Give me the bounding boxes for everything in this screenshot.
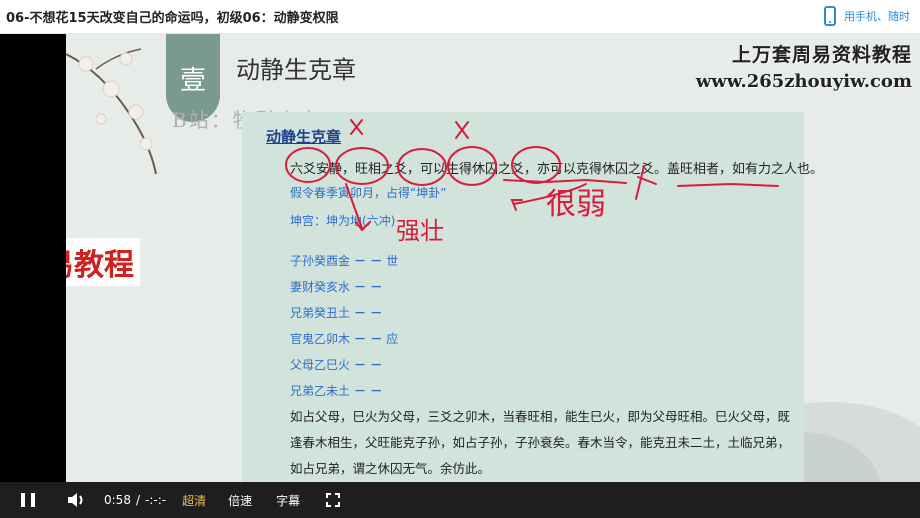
top-bar: 06-不想花15天改变自己的命运吗，初级06：动静变权限 用手机、随时 <box>0 0 920 34</box>
current-time: 0:58 <box>104 493 131 507</box>
volume-icon <box>68 493 83 507</box>
slide-title: 动静生克章 <box>236 56 356 84</box>
palace-line: 坤宫：坤为地(六冲) <box>290 214 396 228</box>
speed-button[interactable]: 倍速 <box>228 492 252 509</box>
yao-line: 妻财癸亥水－ － <box>290 280 383 294</box>
site-watermark: 上万套周易资料教程 www.265zhouyiw.com <box>696 40 912 92</box>
yao-line: 兄弟癸丑土－ － <box>290 306 383 320</box>
volume-button[interactable] <box>56 482 96 518</box>
quality-button[interactable]: 超清 <box>182 492 206 509</box>
pause-icon <box>21 493 35 507</box>
video-frame[interactable]: 壹 动静生克章 上万套周易资料教程 www.265zhouyiw.com B站：… <box>66 34 920 482</box>
jiuyi-watermark: 九易教程 <box>66 238 140 286</box>
pause-button[interactable] <box>0 482 56 518</box>
yao-line: 官鬼乙卯木－ －应 <box>290 332 399 346</box>
video-player[interactable]: 壹 动静生克章 上万套周易资料教程 www.265zhouyiw.com B站：… <box>0 34 920 518</box>
text-panel: 动静生克章 六爻安静，旺相之爻，可以生得休囚之爻，亦可以克得休囚之爻。盖旺相者，… <box>242 112 823 482</box>
example-line: 假令春季寅卯月，占得“坤卦” <box>290 186 447 200</box>
panel-heading: 动静生克章 <box>266 128 342 146</box>
main-line: 六爻安静，旺相之爻，可以生得休囚之爻，亦可以克得休囚之爻。盖旺相者，如有力之人也… <box>290 162 824 177</box>
explanation-paragraph: 如占父母，巳火为父母，三爻之卯木，当春旺相，能生巳火，即为父母旺相。巳火父母，既… <box>290 409 791 476</box>
duration: -:-:- <box>145 493 167 507</box>
video-title: 06-不想花15天改变自己的命运吗，初级06：动静变权限 <box>6 11 339 26</box>
yao-line: 父母乙巳火－ － <box>290 358 383 372</box>
time-separator: / <box>135 493 140 507</box>
fullscreen-button[interactable] <box>318 482 348 518</box>
watch-on-mobile-label: 用手机、随时 <box>844 10 910 23</box>
subtitle-button[interactable]: 字幕 <box>276 492 300 509</box>
video-letterbox <box>0 34 66 482</box>
yao-line: 子孙癸酉金－ －世 <box>290 254 399 268</box>
watermark-url: www.265zhouyiw.com <box>695 71 912 92</box>
player-controls: 0:58 / -:-:- 超清 倍速 字幕 <box>0 482 920 518</box>
watermark-line-1: 上万套周易资料教程 <box>731 44 912 66</box>
fullscreen-icon <box>326 493 341 507</box>
phone-icon <box>824 6 836 26</box>
yao-line: 兄弟乙未土－ － <box>290 384 383 398</box>
watch-on-mobile-button[interactable]: 用手机、随时 <box>824 4 920 28</box>
